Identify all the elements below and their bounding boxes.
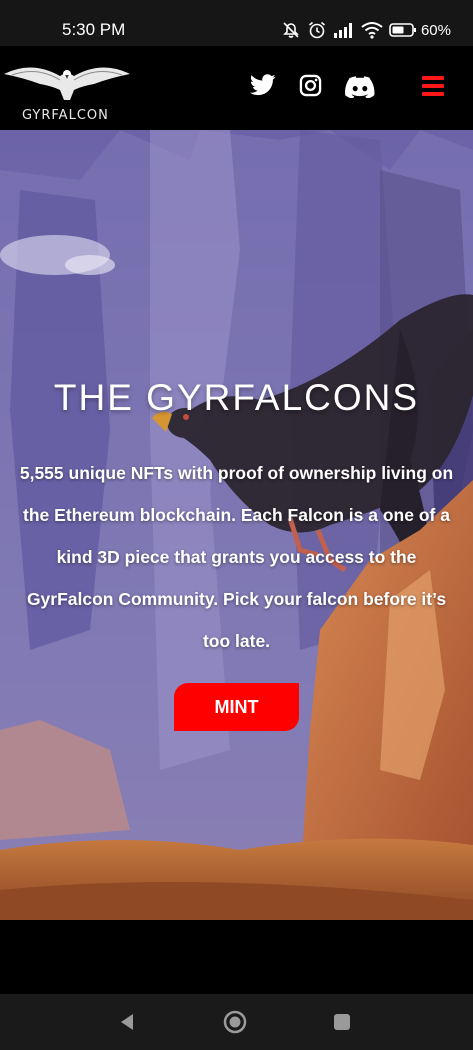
hero-title: THE GYRFALCONS bbox=[53, 376, 420, 418]
twitter-link[interactable] bbox=[250, 74, 276, 96]
hamburger-menu-button[interactable] bbox=[422, 76, 444, 96]
status-time: 5:30 PM bbox=[62, 20, 126, 39]
wifi-icon bbox=[361, 22, 383, 39]
back-button[interactable] bbox=[113, 1008, 141, 1036]
site-header: GYRFALCON bbox=[0, 46, 473, 130]
status-icons: 60% bbox=[281, 18, 451, 42]
hamburger-menu-icon bbox=[422, 76, 444, 80]
falcon-logo-icon bbox=[4, 67, 130, 100]
hamburger-menu-bar bbox=[422, 92, 444, 96]
back-icon bbox=[121, 1014, 133, 1030]
hero-section: THE GYRFALCONS 5,555 unique NFTs with pr… bbox=[0, 130, 473, 994]
instagram-icon bbox=[299, 74, 322, 97]
system-navigation-bar bbox=[0, 994, 473, 1050]
logo-text: GYRFALCON bbox=[22, 108, 109, 123]
home-button[interactable] bbox=[221, 1008, 249, 1036]
signal-icon bbox=[333, 23, 352, 38]
home-icon bbox=[223, 1010, 247, 1034]
instagram-link[interactable] bbox=[299, 74, 322, 97]
alarm-icon bbox=[308, 21, 325, 39]
mute-icon bbox=[283, 22, 299, 38]
battery-percent: 60% bbox=[420, 21, 451, 39]
discord-link[interactable] bbox=[345, 76, 375, 98]
mint-button[interactable]: MINT bbox=[174, 683, 299, 731]
discord-icon bbox=[345, 76, 375, 98]
twitter-icon bbox=[250, 74, 276, 96]
hero-description: 5,555 unique NFTs with proof of ownershi… bbox=[19, 462, 454, 651]
gyrfalcon-logo[interactable]: GYRFALCON bbox=[2, 56, 132, 123]
hamburger-menu-bar bbox=[422, 84, 444, 88]
status-bar: 5:30 PM 60% bbox=[0, 0, 473, 46]
recents-icon bbox=[334, 1014, 350, 1030]
recents-button[interactable] bbox=[328, 1008, 356, 1036]
battery-icon bbox=[389, 23, 416, 37]
